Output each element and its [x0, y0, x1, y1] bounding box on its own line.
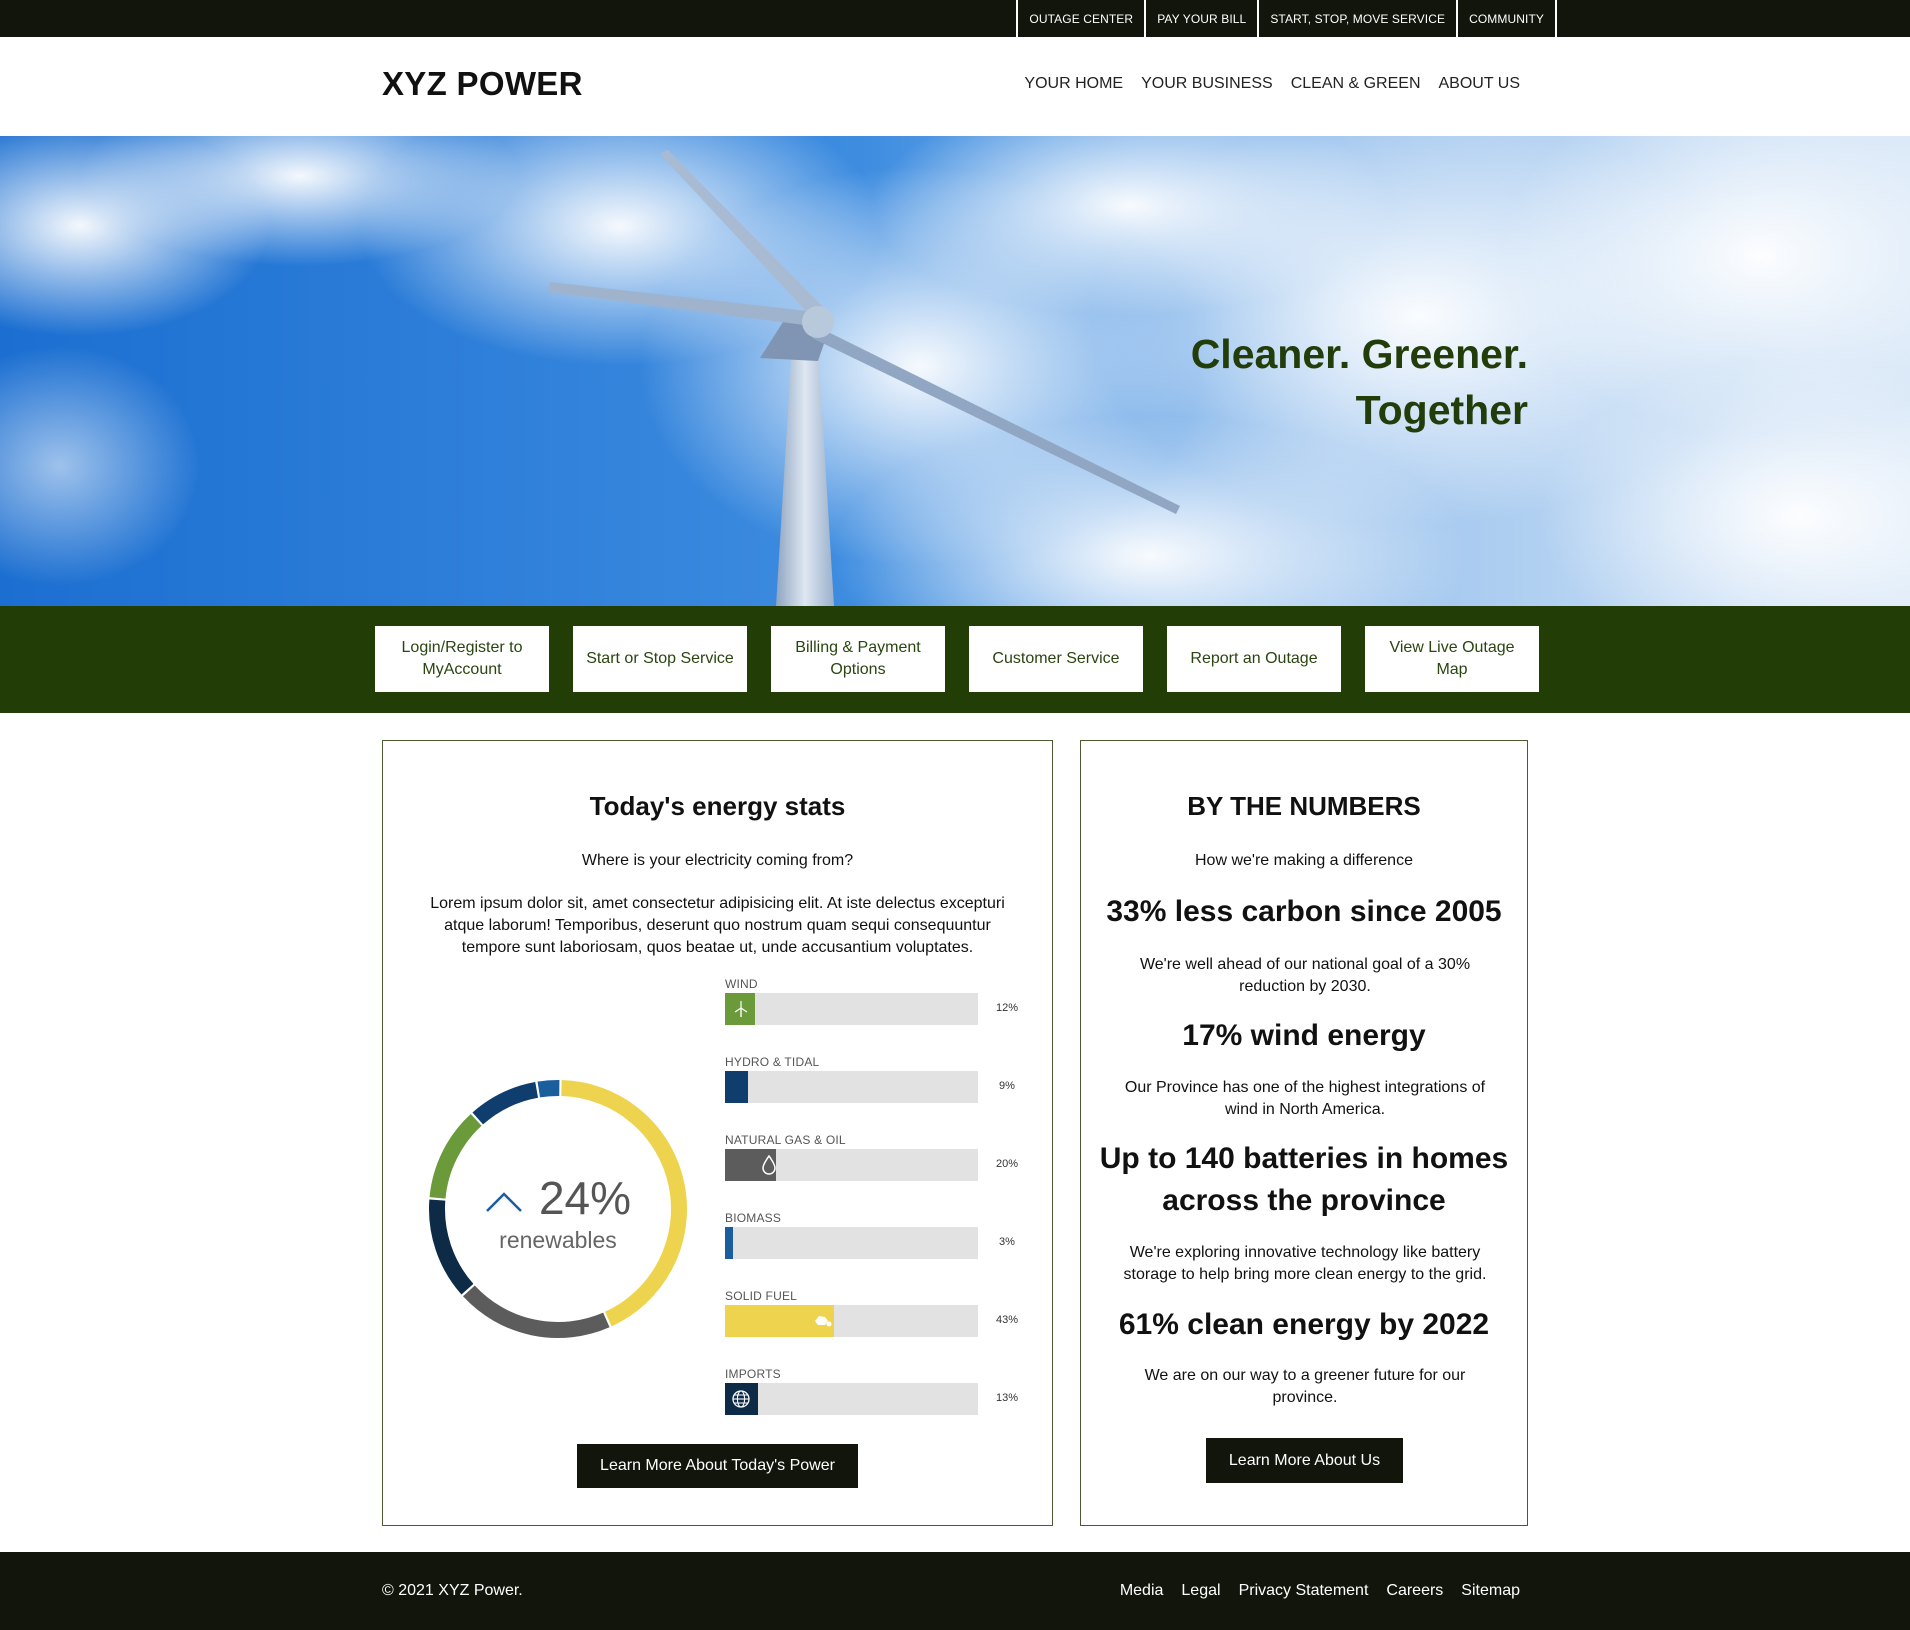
site-header: XYZ POWER YOUR HOME YOUR BUSINESS CLEAN … [0, 37, 1910, 136]
trend-up-icon [485, 1170, 523, 1224]
quick-link-report-outage[interactable]: Report an Outage [1167, 626, 1341, 692]
utility-link-pay-bill[interactable]: PAY YOUR BILL [1144, 0, 1257, 37]
globe-icon [725, 1383, 757, 1415]
by-the-numbers-card: BY THE NUMBERS How we're making a differ… [1080, 740, 1528, 1526]
droplet-icon [753, 1149, 785, 1181]
bar-value: 9% [999, 1080, 1015, 1092]
bar-label: IMPORTS [725, 1367, 781, 1381]
utility-link-outage-center[interactable]: OUTAGE CENTER [1016, 0, 1144, 37]
bar-track [725, 1227, 978, 1259]
copyright: © 2021 XYZ Power. [382, 1582, 523, 1599]
donut-segment-biomass [537, 1080, 560, 1098]
learn-more-todays-power-button[interactable]: Learn More About Today's Power [577, 1444, 858, 1488]
stat-heading: 17% wind energy [1182, 1019, 1426, 1052]
main-nav: YOUR HOME YOUR BUSINESS CLEAN & GREEN AB… [1024, 75, 1520, 93]
energy-stats-title: Today's energy stats [589, 791, 846, 821]
nav-your-home[interactable]: YOUR HOME [1024, 75, 1123, 93]
footer-link-privacy[interactable]: Privacy Statement [1239, 1582, 1369, 1600]
bar-track [725, 1383, 978, 1415]
nav-your-business[interactable]: YOUR BUSINESS [1141, 75, 1273, 93]
quick-links: Login/Register to MyAccount Start or Sto… [375, 626, 1539, 692]
stat-text: We're exploring innovative technology li… [1123, 1244, 1487, 1283]
bar-fill [725, 1071, 748, 1103]
by-numbers-subtitle: How we're making a difference [1195, 852, 1413, 869]
bar-track [725, 1305, 978, 1337]
by-numbers-title: BY THE NUMBERS [1187, 791, 1421, 821]
nav-clean-green[interactable]: CLEAN & GREEN [1291, 75, 1421, 93]
learn-more-about-us-button[interactable]: Learn More About Us [1206, 1438, 1403, 1483]
hero-banner: Cleaner. Greener. Together [0, 136, 1910, 606]
stat-text: We're well ahead of our national goal of… [1139, 956, 1471, 995]
bar-value: 20% [995, 1158, 1019, 1170]
stat-text: Our Province has one of the highest inte… [1124, 1079, 1486, 1118]
bar-label: SOLID FUEL [725, 1289, 798, 1303]
footer-link-legal[interactable]: Legal [1181, 1582, 1220, 1600]
quick-link-start-stop-service[interactable]: Start or Stop Service [573, 626, 747, 692]
footer-link-careers[interactable]: Careers [1386, 1582, 1443, 1600]
footer-link-sitemap[interactable]: Sitemap [1461, 1582, 1520, 1600]
bar-value: 43% [995, 1314, 1019, 1326]
donut-segment-natural-gas-oil [463, 1285, 610, 1338]
quick-link-outage-map[interactable]: View Live Outage Map [1365, 626, 1539, 692]
renewables-label: renewables [499, 1227, 617, 1253]
energy-stats-subtitle: Where is your electricity coming from? [581, 852, 854, 869]
utility-nav: OUTAGE CENTER PAY YOUR BILL START, STOP,… [1016, 0, 1557, 37]
bar-track [725, 1149, 978, 1181]
footer-link-media[interactable]: Media [1120, 1582, 1164, 1600]
wind-turbine-icon [725, 993, 757, 1025]
renewables-summary: 24% renewables [423, 1171, 693, 1254]
bar-label: NATURAL GAS & OIL [725, 1133, 846, 1147]
footer-nav: Media Legal Privacy Statement Careers Si… [1120, 1582, 1520, 1600]
hero-tagline: Cleaner. Greener. Together [1191, 326, 1528, 438]
energy-stats-card: Today's energy stats Where is your elect… [382, 740, 1053, 1526]
quick-link-customer-service[interactable]: Customer Service [969, 626, 1143, 692]
bar-label: BIOMASS [725, 1211, 782, 1225]
stat-heading: 33% less carbon since 2005 [1106, 895, 1502, 928]
donut-segment-hydro-tidal [472, 1082, 539, 1125]
nav-about-us[interactable]: ABOUT US [1439, 75, 1521, 93]
bar-track [725, 1071, 978, 1103]
quick-link-login-register[interactable]: Login/Register to MyAccount [375, 626, 549, 692]
hero-tagline-line2: Together [1355, 387, 1528, 433]
site-footer: © 2021 XYZ Power. Media Legal Privacy St… [0, 1552, 1910, 1630]
site-logo[interactable]: XYZ POWER [382, 65, 583, 103]
utility-link-start-stop-move[interactable]: START, STOP, MOVE SERVICE [1257, 0, 1456, 37]
hero-tagline-line1: Cleaner. Greener. [1190, 331, 1528, 377]
bar-value: 3% [999, 1236, 1015, 1248]
coal-icon [807, 1305, 839, 1337]
quick-links-band: Login/Register to MyAccount Start or Sto… [0, 606, 1910, 713]
hero-wind-turbine-image [0, 136, 1910, 606]
bar-fill [725, 1227, 733, 1259]
renewables-percent: 24% [538, 1172, 632, 1224]
bar-label: WIND [725, 977, 758, 991]
energy-stats-paragraph: Lorem ipsum dolor sit, amet consectetur … [430, 895, 1005, 956]
bar-label: HYDRO & TIDAL [725, 1055, 820, 1069]
stat-text: We are on our way to a greener future fo… [1144, 1367, 1466, 1406]
bar-value: 12% [995, 1002, 1019, 1014]
bar-value: 13% [995, 1392, 1019, 1404]
utility-link-community[interactable]: COMMUNITY [1456, 0, 1557, 37]
stat-heading: 61% clean energy by 2022 [1118, 1308, 1490, 1341]
stat-heading: Up to 140 batteries in homes across the … [1099, 1142, 1509, 1217]
utility-bar: OUTAGE CENTER PAY YOUR BILL START, STOP,… [0, 0, 1910, 37]
bar-track [725, 993, 978, 1025]
quick-link-billing-payment[interactable]: Billing & Payment Options [771, 626, 945, 692]
